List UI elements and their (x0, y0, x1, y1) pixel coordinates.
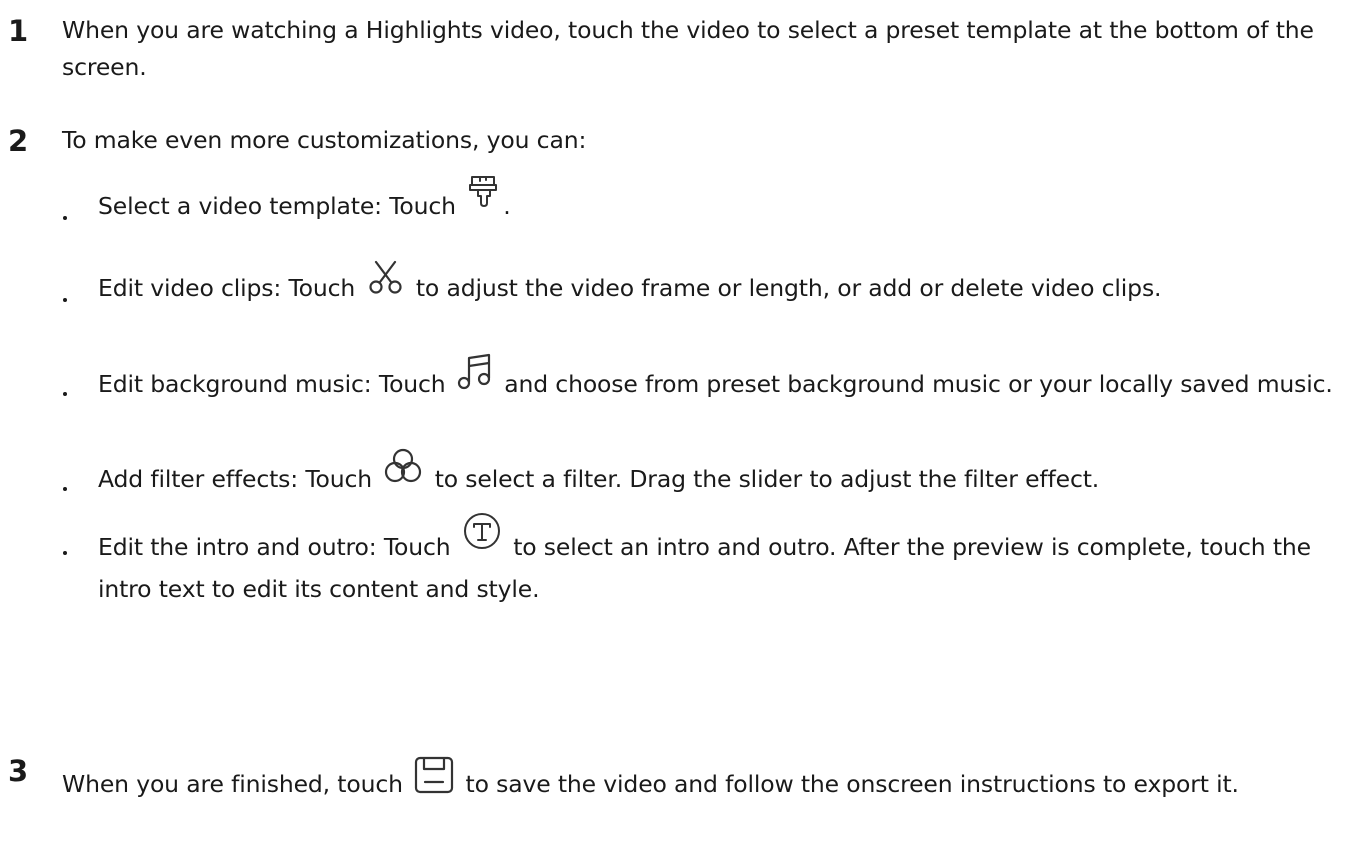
bullet-dot (63, 216, 67, 220)
music-note-icon (457, 353, 493, 390)
step-text-after: to save the video and follow the onscree… (465, 770, 1240, 798)
bullet-text: Add filter effects: Touch to select a fi… (98, 448, 1360, 500)
bullet-text: Edit video clips: Touch to adjust the vi… (98, 260, 1360, 309)
bullet-text-after: . (503, 192, 511, 220)
step-text: When you are watching a Highlights video… (62, 16, 1314, 81)
save-icon (414, 756, 454, 796)
bullet-dot (63, 551, 67, 555)
step-number: 2 (8, 124, 29, 158)
bullet-text-after: to select a filter. Drag the slider to a… (434, 465, 1100, 493)
bullet-dot (63, 392, 67, 396)
bullet-text: Select a video template: Touch . (98, 176, 1360, 227)
bullet-dot (63, 487, 67, 491)
bullet-text-after: and choose from preset background music … (504, 370, 1333, 398)
bullet-text-before: Select a video template: Touch (98, 192, 456, 220)
step-number: 1 (8, 14, 29, 48)
text-t-icon (462, 513, 502, 553)
step-number: 3 (8, 754, 29, 788)
bullet-dot (63, 298, 67, 302)
bullet-text-before: Edit video clips: Touch (98, 274, 356, 302)
step-text-before: When you are finished, touch (62, 770, 403, 798)
bullet-text-before: Add filter effects: Touch (98, 465, 373, 493)
scissors-icon (367, 260, 405, 294)
filter-icon (383, 448, 423, 485)
step-text: To make even more customizations, you ca… (62, 126, 587, 154)
bullet-text-before: Edit the intro and outro: Touch (98, 533, 451, 561)
brush-icon (467, 174, 501, 208)
bullet-text: Edit the intro and outro: Touch to selec… (98, 513, 1360, 610)
step-text: When you are finished, touch to save the… (62, 752, 1357, 803)
bullet-text-before: Edit background music: Touch (98, 370, 446, 398)
bullet-text-after: to adjust the video frame or length, or … (415, 274, 1162, 302)
bullet-text: Edit background music: Touch and choose … (98, 353, 1360, 405)
